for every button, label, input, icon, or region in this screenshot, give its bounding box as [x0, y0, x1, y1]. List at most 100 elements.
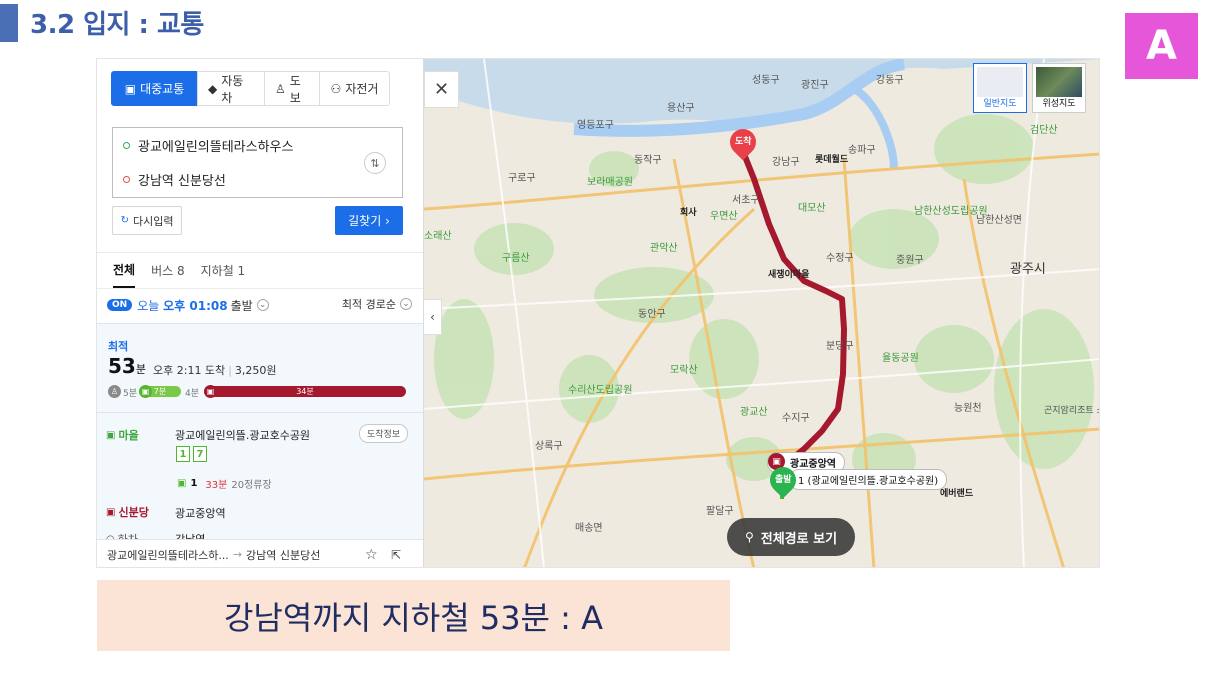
mode-transit-label: 대중교통 [140, 82, 185, 96]
map-label: 서초구 [732, 195, 760, 206]
depart-time[interactable]: 오후 01:08 [163, 297, 227, 314]
route-result-card[interactable]: 최적 53분 오후 2:11 도착 | 3,250원 ♙ 5분 7분 ▣ 4분 34… [97, 323, 423, 567]
chevron-down-icon: ⌄ [400, 298, 412, 310]
map-label: 광교산 [740, 407, 768, 418]
mode-car[interactable]: ◆ 자동차 [197, 71, 265, 106]
result-tabs: 전체 버스 8 지하철 1 [97, 252, 423, 289]
chevron-down-icon[interactable]: ⌄ [256, 299, 269, 311]
collapse-panel-icon[interactable]: ‹ [424, 299, 442, 335]
map-label: 회사 [680, 208, 697, 218]
find-label: 길찾기 [348, 214, 382, 228]
mode-bicycle[interactable]: ⚇ 자전거 [319, 71, 390, 106]
reset-button[interactable]: ↻ 다시입력 [112, 206, 182, 235]
route-input-box: 광교에일린의뜰테라스하우스 강남역 신분당선 ⇅ [112, 127, 403, 198]
title-accent-bar [0, 4, 18, 42]
map-label: 율동공원 [882, 353, 919, 364]
refresh-icon: ↻ [120, 215, 129, 226]
map-label: 능원천 [954, 403, 982, 414]
origin-dot-icon [123, 142, 130, 149]
tab-all[interactable]: 전체 [113, 253, 136, 288]
map-label: 소래산 [424, 231, 452, 242]
map-label: 팔달구 [706, 506, 734, 517]
step-0-name: 광교에일린의뜰.광교호수공원 [175, 429, 311, 442]
map-label: 강동구 [876, 75, 904, 86]
tab-bus[interactable]: 버스 8 [151, 253, 185, 288]
destination-pin-label: 도착 [735, 137, 752, 147]
footer-from: 광교에일린의뜰테라스하... [107, 548, 229, 562]
depart-day: 오늘 [137, 298, 160, 313]
map-label: 롯데월드 [815, 155, 849, 165]
layer-satellite-map[interactable]: 위성지도 [1032, 63, 1086, 113]
step-type-bus: ▣ 마을 [106, 427, 139, 443]
mode-transit[interactable]: ▣ 대중교통 [111, 71, 198, 106]
subway-duration: 34분 [296, 387, 314, 396]
map-label: 영등포구 [577, 120, 614, 131]
arrival-info-button[interactable]: 도착정보 [359, 424, 409, 443]
map-canvas[interactable]: ✕ ‹ 일반지도 위성지도 성동구 광진구 강동구 용산구 영등포구 동작구 강… [424, 59, 1099, 567]
route-icon: ⚲ [744, 530, 754, 544]
bus-icon: ▣ [106, 429, 116, 441]
map-label: 수정구 [826, 253, 854, 264]
route-summary-footer: 광교에일린의뜰테라스하... → 강남역 신분당선 ☆ ⇱ [97, 539, 423, 567]
star-icon[interactable]: ☆ [365, 547, 378, 563]
map-screenshot: ▣ 대중교통 ◆ 자동차 ♙ 도보 ⚇ 자전거 광교에일린의뜰테라스하우스 강남… [96, 58, 1100, 568]
origin-pin-label: 출발 [775, 475, 792, 485]
destination-value: 강남역 신분당선 [138, 174, 226, 189]
full-route-button[interactable]: ⚲ 전체경로 보기 [727, 518, 855, 556]
swap-icon[interactable]: ⇅ [364, 152, 386, 174]
layer-satellite-label: 위성지도 [1042, 99, 1076, 109]
map-label: 강남구 [772, 157, 800, 168]
tab-subway[interactable]: 지하철 1 [201, 253, 246, 288]
map-label: 동안구 [638, 309, 666, 320]
map-label: 남한산성면 [976, 215, 1022, 226]
bus-stop-label[interactable]: 1 (광교에일린의뜰.광교호수공원) [789, 469, 948, 490]
bus-number-badge[interactable]: 7 [193, 446, 207, 462]
layer-normal-map[interactable]: 일반지도 [973, 63, 1027, 113]
sort-label: 최적 경로순 [341, 298, 396, 311]
map-label: 성동구 [752, 75, 780, 86]
map-label: 매송면 [575, 523, 603, 534]
footer-to: 강남역 신분당선 [246, 548, 321, 562]
share-icon[interactable]: ⇱ [391, 548, 401, 562]
bus-eta: 33분 [205, 480, 228, 491]
mode-bicycle-label: 자전거 [345, 82, 379, 96]
divider [97, 412, 423, 413]
map-label: 보라매공원 [587, 177, 633, 188]
mode-walk[interactable]: ♙ 도보 [264, 71, 320, 106]
route-segment-bar: ♙ 5분 7분 ▣ 4분 34분 ▣ [108, 385, 406, 399]
arrival-time: 오후 2:11 도착 [153, 364, 226, 377]
step-1-type: 신분당 [118, 506, 149, 519]
bus-duration: 7분 [153, 387, 167, 396]
close-icon[interactable]: ✕ [424, 71, 459, 108]
map-label: 관악산 [650, 243, 678, 254]
map-label: 우면산 [710, 211, 738, 222]
walk-icon: ♙ [108, 385, 121, 398]
normal-map-thumb-icon [977, 67, 1023, 97]
travel-duration: 53분 [108, 354, 146, 378]
bus-icon: ▣ [124, 81, 137, 96]
origin-field[interactable]: 광교에일린의뜰테라스하우스 [123, 136, 293, 155]
bus-number-badge[interactable]: 1 [176, 446, 190, 462]
mode-walk-label: 도보 [289, 73, 301, 105]
bus-line-info: ▣ 1 33분 20정류장 [177, 476, 272, 491]
walk-icon: ♙ [275, 81, 286, 96]
depart-suffix: 출발 [230, 298, 253, 313]
sort-dropdown[interactable]: 최적 경로순 ⌄ [342, 296, 412, 312]
destination-field[interactable]: 강남역 신분당선 [123, 170, 226, 189]
map-graphic [424, 59, 1099, 567]
origin-value: 광교에일린의뜰테라스하우스 [138, 140, 294, 155]
directions-panel: ▣ 대중교통 ◆ 자동차 ♙ 도보 ⚇ 자전거 광교에일린의뜰테라스하우스 강남… [97, 59, 424, 567]
bus-icon: ▣ [177, 478, 187, 489]
summary-caption: 강남역까지 지하철 53분 : A [97, 580, 730, 651]
map-label: 용산구 [667, 103, 695, 114]
find-route-button[interactable]: 길찾기 › [335, 206, 403, 235]
full-route-label: 전체경로 보기 [760, 531, 838, 547]
map-label: 분당구 [826, 341, 854, 352]
depart-time-value: 오후 01:08 [163, 298, 228, 313]
walk2-duration: 4분 [185, 389, 200, 399]
map-label: 광주시 [1010, 262, 1046, 277]
reset-label: 다시입력 [132, 214, 174, 228]
map-label: 에버랜드 [940, 489, 974, 499]
realtime-on-badge[interactable]: ON [107, 299, 133, 311]
map-label: 새쟁이마을 [768, 270, 810, 280]
